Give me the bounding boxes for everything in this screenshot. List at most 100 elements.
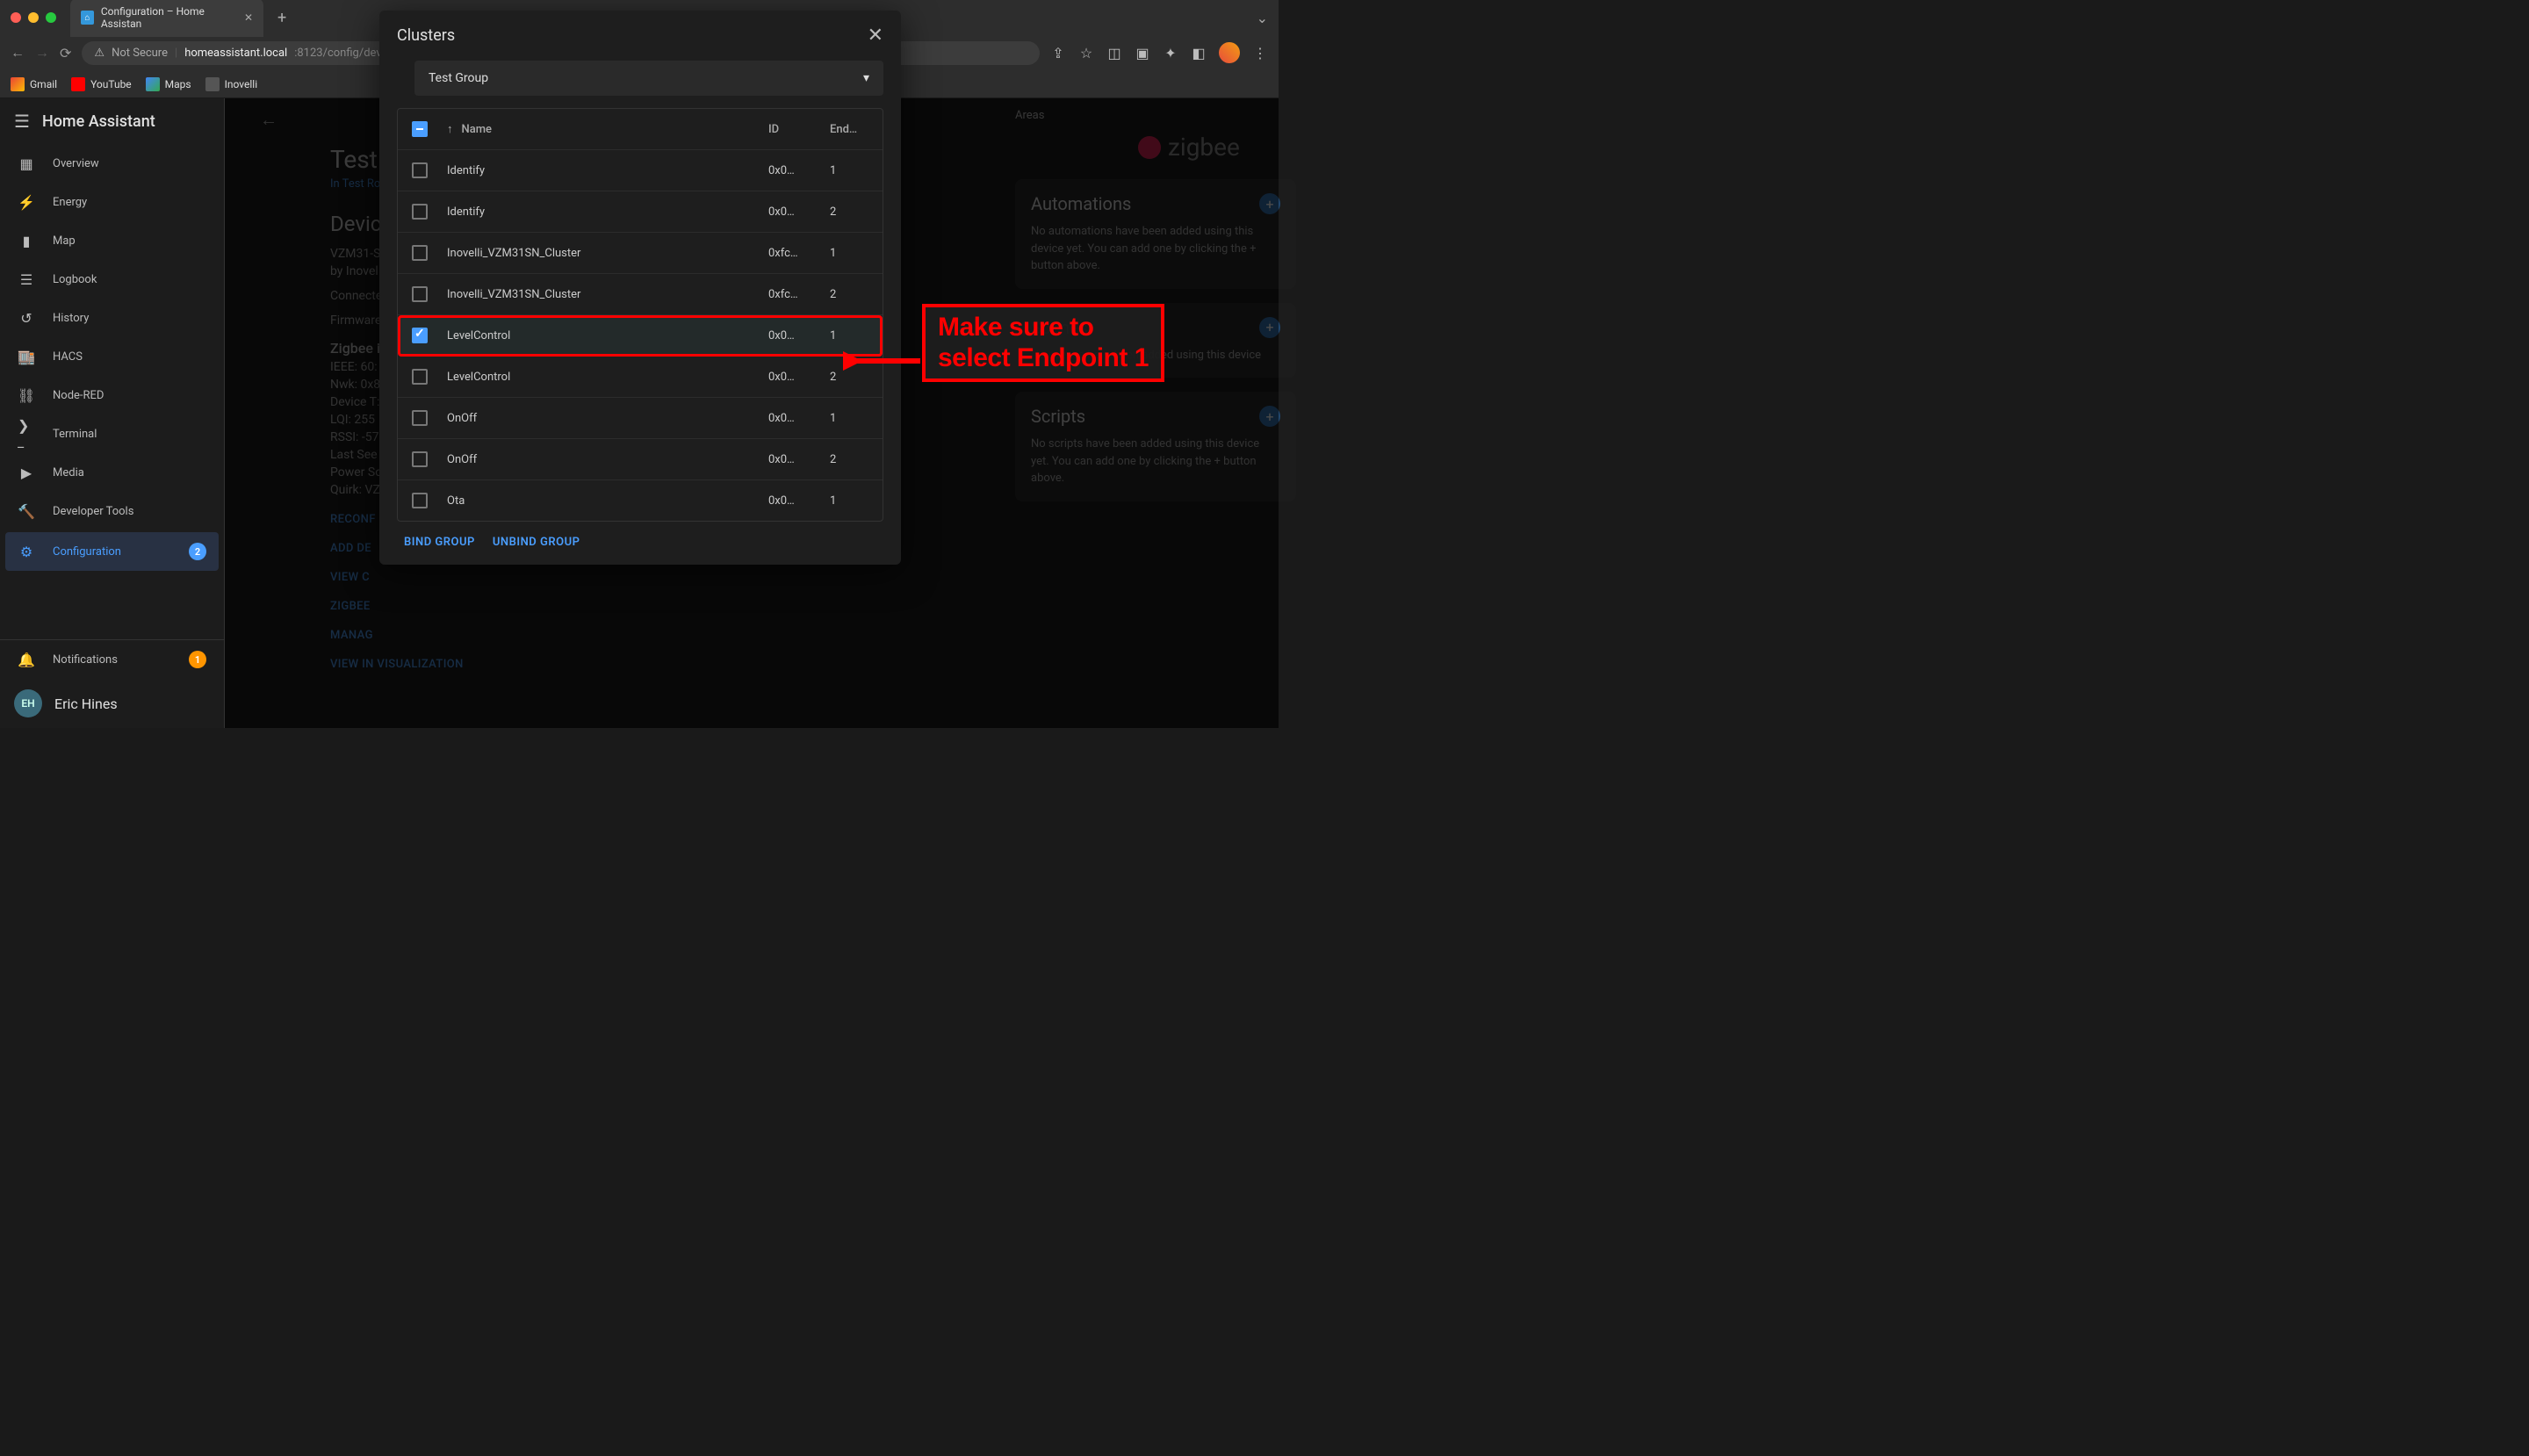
bookmark-inovelli[interactable]: Inovelli xyxy=(205,77,258,91)
table-row[interactable]: Ota0x0…1 xyxy=(398,480,883,521)
cluster-name: Identify xyxy=(447,164,768,177)
table-row[interactable]: OnOff0x0…2 xyxy=(398,439,883,480)
sidebar-item-nodered[interactable]: ⛓ Node-RED xyxy=(0,376,224,414)
row-checkbox[interactable] xyxy=(412,328,428,343)
tab-title: Configuration – Home Assistan xyxy=(101,5,237,30)
user-name: Eric Hines xyxy=(54,696,118,712)
sidebar-item-map[interactable]: ▮ Map xyxy=(0,221,224,260)
tab-close-icon[interactable]: ✕ xyxy=(244,11,253,24)
bookmark-youtube[interactable]: YouTube xyxy=(71,77,132,91)
row-checkbox[interactable] xyxy=(412,410,428,426)
cluster-name: Inovelli_VZM31SN_Cluster xyxy=(447,247,768,260)
cluster-endpoint: 1 xyxy=(830,494,868,508)
tabs-dropdown-icon[interactable]: ⌄ xyxy=(1257,10,1268,26)
row-checkbox[interactable] xyxy=(412,286,428,302)
camera-icon[interactable]: ▣ xyxy=(1135,45,1150,61)
sidebar-item-media[interactable]: ▶ Media xyxy=(0,453,224,492)
app-title: Home Assistant xyxy=(42,112,155,131)
new-tab-button[interactable]: + xyxy=(270,9,293,27)
forward-button[interactable]: → xyxy=(35,44,49,61)
share-icon[interactable]: ⇪ xyxy=(1050,45,1066,61)
bind-group-button[interactable]: BIND GROUP xyxy=(404,536,475,549)
sidepanel-icon[interactable]: ◧ xyxy=(1191,45,1207,61)
sort-arrow-icon[interactable]: ↑ xyxy=(447,122,453,136)
select-all-checkbox[interactable] xyxy=(412,121,428,137)
cluster-id: 0x0… xyxy=(768,453,830,466)
extension-1-icon[interactable]: ◫ xyxy=(1106,45,1122,61)
not-secure-label: Not Secure xyxy=(112,47,168,60)
sidebar-header: ☰ Home Assistant xyxy=(0,98,224,144)
close-window-button[interactable] xyxy=(11,12,21,23)
cluster-name: Ota xyxy=(447,494,768,508)
cluster-id: 0x0… xyxy=(768,371,830,384)
modal-close-button[interactable]: ✕ xyxy=(868,25,883,47)
user-avatar: EH xyxy=(14,689,42,717)
cluster-endpoint: 1 xyxy=(830,329,868,342)
window-controls xyxy=(11,12,56,23)
table-row[interactable]: Inovelli_VZM31SN_Cluster0xfc…1 xyxy=(398,233,883,274)
row-checkbox[interactable] xyxy=(412,493,428,508)
sidebar-item-logbook[interactable]: ☰ Logbook xyxy=(0,260,224,299)
sidebar-item-notifications[interactable]: 🔔 Notifications 1 xyxy=(0,640,224,679)
sidebar-item-history[interactable]: ↺ History xyxy=(0,299,224,337)
back-button[interactable]: ← xyxy=(11,44,25,61)
row-checkbox[interactable] xyxy=(412,245,428,261)
cog-icon: ⚙ xyxy=(18,543,35,560)
folder-icon xyxy=(205,77,220,91)
cluster-endpoint: 2 xyxy=(830,205,868,219)
sidebar-item-energy[interactable]: ⚡ Energy xyxy=(0,183,224,221)
kebab-menu-icon[interactable]: ⋮ xyxy=(1252,45,1268,61)
table-row[interactable]: Identify0x0…1 xyxy=(398,150,883,191)
cluster-endpoint: 2 xyxy=(830,288,868,301)
cluster-id: 0x0… xyxy=(768,412,830,425)
table-row[interactable]: LevelControl0x0…1 xyxy=(398,315,883,357)
sidebar: ☰ Home Assistant ▦ Overview ⚡ Energy ▮ M… xyxy=(0,98,225,728)
bookmark-maps[interactable]: Maps xyxy=(146,77,191,91)
cluster-id: 0x0… xyxy=(768,329,830,342)
hamburger-icon[interactable]: ☰ xyxy=(14,111,30,132)
sidebar-item-configuration[interactable]: ⚙ Configuration 2 xyxy=(5,532,219,571)
bookmark-star-icon[interactable]: ☆ xyxy=(1078,45,1094,61)
column-id[interactable]: ID xyxy=(768,123,830,136)
cluster-name: OnOff xyxy=(447,453,768,466)
reload-button[interactable]: ⟳ xyxy=(60,45,71,61)
row-checkbox[interactable] xyxy=(412,451,428,467)
sidebar-item-terminal[interactable]: ❯_ Terminal xyxy=(0,414,224,453)
youtube-icon xyxy=(71,77,85,91)
sidebar-item-overview[interactable]: ▦ Overview xyxy=(0,144,224,183)
cluster-id: 0xfc… xyxy=(768,288,830,301)
bookmark-gmail[interactable]: Gmail xyxy=(11,77,57,91)
sidebar-nav: ▦ Overview ⚡ Energy ▮ Map ☰ Logbook ↺ Hi… xyxy=(0,144,224,639)
sidebar-item-hacs[interactable]: 🏬 HACS xyxy=(0,337,224,376)
toolbar-icons: ⇪ ☆ ◫ ▣ ✦ ◧ ⋮ xyxy=(1050,42,1268,63)
minimize-window-button[interactable] xyxy=(28,12,39,23)
maximize-window-button[interactable] xyxy=(46,12,56,23)
notifications-badge: 1 xyxy=(189,651,206,668)
column-name[interactable]: Name xyxy=(462,123,493,136)
clusters-table: ↑ Name ID End… Identify0x0…1Identify0x0…… xyxy=(397,108,883,522)
row-checkbox[interactable] xyxy=(412,369,428,385)
cluster-id: 0xfc… xyxy=(768,247,830,260)
profile-avatar[interactable] xyxy=(1219,42,1240,63)
row-checkbox[interactable] xyxy=(412,204,428,220)
cluster-endpoint: 1 xyxy=(830,247,868,260)
table-row[interactable]: Identify0x0…2 xyxy=(398,191,883,233)
browser-tab[interactable]: ⌂ Configuration – Home Assistan ✕ xyxy=(70,0,263,37)
modal-footer: BIND GROUP UNBIND GROUP xyxy=(379,522,901,565)
table-row[interactable]: Inovelli_VZM31SN_Cluster0xfc…2 xyxy=(398,274,883,315)
sidebar-item-developer-tools[interactable]: 🔨 Developer Tools xyxy=(0,492,224,530)
dashboard-icon: ▦ xyxy=(18,155,35,172)
table-row[interactable]: LevelControl0x0…2 xyxy=(398,357,883,398)
column-endpoint[interactable]: End… xyxy=(830,123,868,136)
unbind-group-button[interactable]: UNBIND GROUP xyxy=(493,536,580,549)
hammer-icon: 🔨 xyxy=(18,502,35,520)
row-checkbox[interactable] xyxy=(412,162,428,178)
list-icon: ☰ xyxy=(18,270,35,288)
extensions-puzzle-icon[interactable]: ✦ xyxy=(1163,45,1178,61)
user-row[interactable]: EH Eric Hines xyxy=(0,679,224,728)
group-dropdown[interactable]: Test Group ▾ xyxy=(414,61,883,96)
table-row[interactable]: OnOff0x0…1 xyxy=(398,398,883,439)
gmail-icon xyxy=(11,77,25,91)
annotation-arrow xyxy=(843,348,922,374)
maps-icon xyxy=(146,77,160,91)
